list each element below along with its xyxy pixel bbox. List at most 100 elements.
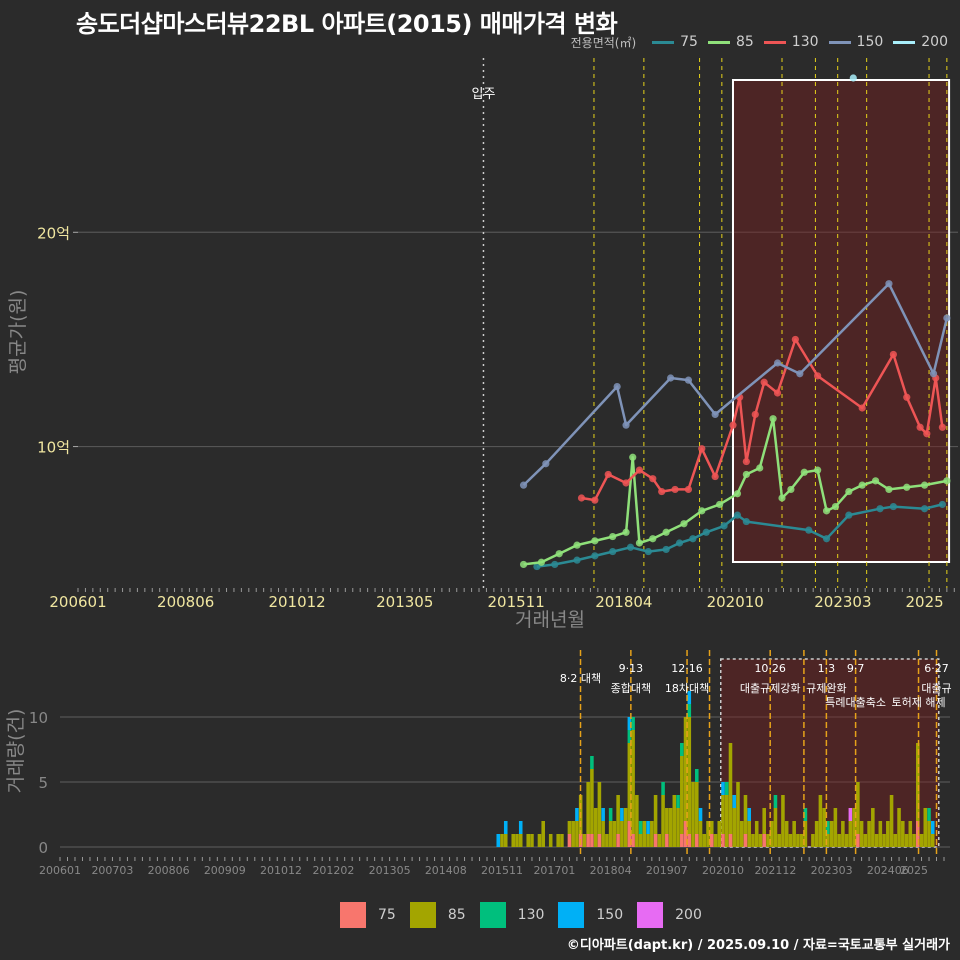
bar-segment-85 <box>657 834 662 847</box>
bar-segment-150 <box>732 795 737 808</box>
bar-segment-150 <box>698 808 703 821</box>
bar-segment-200 <box>848 808 853 821</box>
bar-segment-85 <box>635 795 639 847</box>
bar-segment-150 <box>747 808 752 821</box>
bar-segment-85 <box>777 834 781 847</box>
source-caption: ©디아파트(dapt.kr) / 2025.09.10 / 자료=국토교통부 실… <box>566 938 950 953</box>
data-point <box>689 535 697 543</box>
data-point <box>822 507 831 515</box>
bar-segment-85 <box>882 834 886 847</box>
bar-segment-85 <box>620 821 624 847</box>
bar-segment-85 <box>773 808 778 847</box>
x-tick-label: 200806 <box>157 593 214 611</box>
bar-segment-130 <box>676 795 680 808</box>
bar-segment-85 <box>676 808 680 847</box>
data-point <box>822 535 831 543</box>
event-label: 대출규제강화 <box>740 682 801 695</box>
bar-segment-85 <box>889 795 894 847</box>
data-point <box>858 481 866 489</box>
bar-segment-85 <box>837 834 841 847</box>
data-point <box>622 479 630 487</box>
bar-segment-85 <box>927 821 931 847</box>
bar-segment-85 <box>796 834 800 847</box>
bar-segment-85 <box>871 808 875 847</box>
data-point <box>675 539 684 547</box>
bar-x-tick-label: 201305 <box>369 864 411 877</box>
bar-segment-85 <box>605 834 609 847</box>
event-label: 종합대책 <box>611 682 651 695</box>
highlight-period-box <box>731 79 951 563</box>
bar-segment-85 <box>623 808 628 847</box>
bar-x-tick-label: 201511 <box>481 864 523 877</box>
bar-segment-85 <box>698 821 703 847</box>
bar-segment-85 <box>811 834 815 847</box>
bar-segment-150 <box>601 808 605 821</box>
bar-segment-85 <box>859 821 864 847</box>
data-point <box>756 464 764 472</box>
bar-segment-75 <box>695 834 699 847</box>
legend-color-swatch <box>558 902 585 928</box>
move-in-label: 입주 <box>472 87 496 102</box>
bar-segment-85 <box>601 821 605 847</box>
x-axis: 200601 200806 201012 201305 201511 201804 2020… <box>49 588 955 611</box>
data-point <box>551 560 559 569</box>
data-point <box>609 532 617 541</box>
event-label: 8·2 대책 <box>560 672 601 685</box>
bar-x-tick-label: 202303 <box>811 864 853 877</box>
data-point <box>885 280 893 288</box>
bar-y-axis-title: 거래량(건) <box>5 709 27 794</box>
bar-segment-85 <box>582 834 587 847</box>
bar-segment-85 <box>792 821 796 847</box>
bar-segment-85 <box>571 821 575 847</box>
data-point <box>649 475 657 483</box>
data-point <box>519 560 528 569</box>
data-point <box>644 547 652 556</box>
event-date-label: 1·3 <box>818 662 836 675</box>
data-point <box>662 545 670 554</box>
data-point <box>635 539 644 547</box>
data-point <box>555 550 563 558</box>
bar-segment-130 <box>608 808 613 821</box>
bar-segment-75 <box>709 834 714 847</box>
bar-y-tick-label: 10 <box>29 709 48 727</box>
bar-x-tick-label: 2025 <box>900 864 928 877</box>
data-point <box>729 421 737 429</box>
bar-segment-85 <box>597 782 602 834</box>
event-label: 대출규 <box>921 682 951 695</box>
event-label: 규제완화 <box>806 682 846 695</box>
data-point <box>537 558 545 566</box>
bar-segment-85 <box>511 834 516 847</box>
bar-segment-150 <box>518 821 523 834</box>
data-point <box>591 552 599 560</box>
bar-x-tick-label: 200909 <box>204 864 246 877</box>
bar-segment-130 <box>661 782 665 795</box>
bar-segment-85 <box>758 834 763 847</box>
bar-segment-85 <box>736 782 740 847</box>
data-point <box>658 487 666 496</box>
data-point <box>577 494 586 502</box>
data-point <box>943 314 951 322</box>
bar-segment-85 <box>856 782 860 834</box>
bar-segment-85 <box>650 821 654 847</box>
bar-segment-150 <box>646 821 650 834</box>
bar-x-tick-label: 201408 <box>425 864 467 877</box>
bar-segment-85 <box>668 808 673 847</box>
bar-segment-85 <box>762 808 766 834</box>
bottom-legend-item: 75 <box>340 902 396 928</box>
data-point <box>591 496 599 504</box>
data-point <box>591 537 599 545</box>
bar-segment-130 <box>590 756 594 769</box>
bar-segment-130 <box>631 717 635 730</box>
bar-segment-85 <box>886 821 890 847</box>
x-tick-label: 201804 <box>595 593 652 611</box>
bar-segment-85 <box>661 795 665 847</box>
data-point <box>716 500 724 509</box>
bar-segment-85 <box>653 795 658 834</box>
data-point <box>573 541 581 549</box>
bar-segment-85 <box>631 730 635 834</box>
legend-color-swatch <box>409 902 436 928</box>
bar-x-tick-label: 201701 <box>533 864 575 877</box>
bar-segment-85 <box>612 821 617 847</box>
bar-x-tick-label: 200806 <box>148 864 190 877</box>
bar-segment-85 <box>691 782 695 847</box>
